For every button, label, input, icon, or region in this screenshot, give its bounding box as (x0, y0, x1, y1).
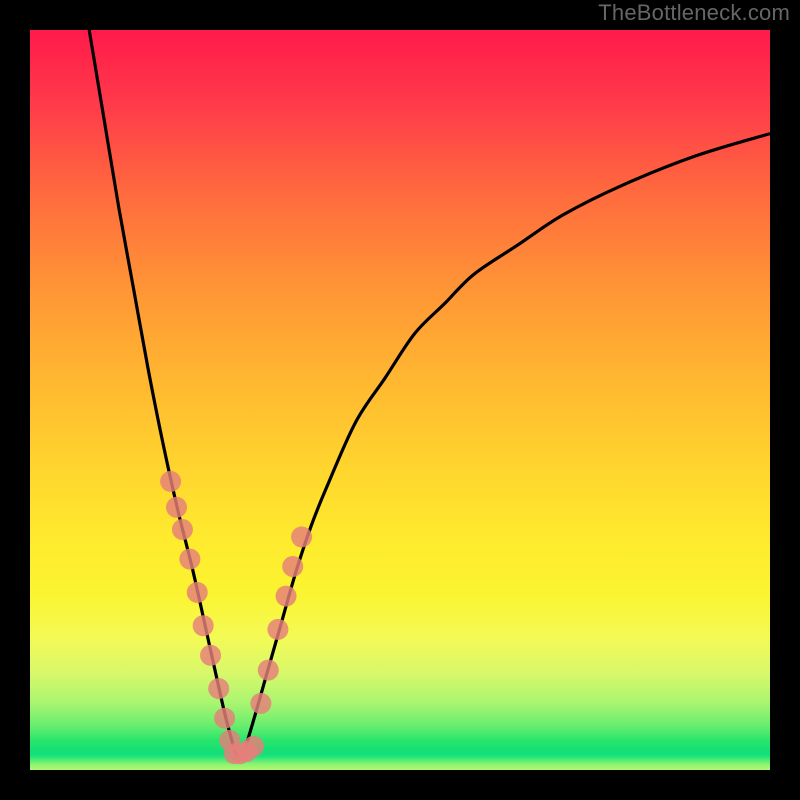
data-dot (276, 586, 297, 607)
bottleneck-curve-path (89, 30, 770, 756)
data-dot (200, 645, 221, 666)
data-dot (208, 678, 229, 699)
bottleneck-curve (89, 30, 770, 756)
data-dot (282, 556, 303, 577)
data-dot (267, 619, 288, 640)
attribution-text: TheBottleneck.com (598, 0, 790, 30)
data-dot (179, 549, 200, 570)
data-dot (187, 582, 208, 603)
data-dot (291, 526, 312, 547)
data-dot (250, 693, 271, 714)
dots-group (160, 471, 312, 764)
data-dot (166, 497, 187, 518)
data-dot (258, 660, 279, 681)
data-dot (214, 708, 235, 729)
data-dot (172, 519, 193, 540)
data-dot (160, 471, 181, 492)
data-dot (193, 615, 214, 636)
chart-frame: TheBottleneck.com (0, 0, 800, 800)
plot-region (30, 30, 770, 770)
curve-layer (30, 30, 770, 770)
data-dot (243, 736, 264, 757)
